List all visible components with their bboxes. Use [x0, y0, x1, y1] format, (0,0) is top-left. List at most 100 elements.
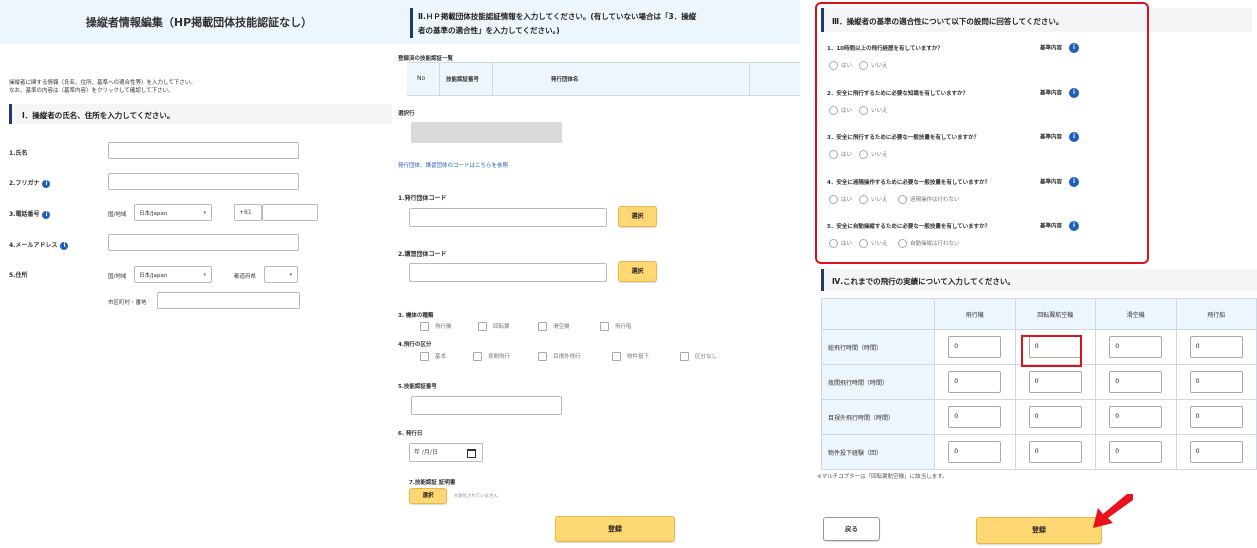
info-icon[interactable]: i — [42, 179, 51, 188]
issuer-code-input[interactable] — [409, 208, 607, 227]
hours-input[interactable]: 0 — [1189, 441, 1243, 463]
city-label: 市区町村・番地 — [108, 300, 147, 306]
panel-operator-basic: 操縦者情報編集（HP掲載団体技能認証なし） 操縦者に関する情報（氏名、住所、基準… — [0, 0, 398, 548]
hours-input[interactable]: 0 — [948, 441, 1002, 463]
flight-class-label: 4.飛行の区分 — [398, 342, 432, 348]
phone-country-select[interactable]: 日本/Japan ▾ — [134, 204, 212, 221]
calendar-icon[interactable] — [467, 449, 476, 458]
table-row: 目視外飛行時間（時間） 0 0 0 0 — [821, 399, 1257, 435]
hours-input[interactable]: 0 — [1109, 371, 1163, 393]
option-label: 滑空機 — [553, 324, 570, 330]
col-header: 飛行船 — [1175, 298, 1257, 330]
aircraft-type-label: 3. 機体の種類 — [398, 313, 434, 319]
addr-country-label: 国/地域 — [108, 274, 127, 280]
city-input[interactable] — [157, 292, 300, 309]
email-label: 4.メールアドレス i — [9, 240, 69, 250]
course-select-button[interactable]: 選択 — [618, 261, 657, 282]
row-label: 総飛行時間（時間） — [821, 329, 935, 365]
checkbox[interactable] — [538, 352, 547, 361]
section4-header: Ⅳ.これまでの飛行の実績について入力してください。 — [821, 269, 1257, 291]
course-code-input[interactable] — [409, 263, 607, 282]
registered-list-title: 登録済の技能認証一覧 — [398, 56, 454, 62]
issuer-select-button[interactable]: 選択 — [618, 206, 657, 227]
checkbox[interactable] — [600, 322, 609, 331]
hours-input[interactable]: 0 — [1189, 371, 1243, 393]
info-icon[interactable]: i — [60, 241, 69, 250]
col-header: 滑空機 — [1095, 298, 1177, 330]
page-title: 操縦者情報編集（HP掲載団体技能認証なし） — [85, 16, 313, 29]
name-input[interactable] — [108, 142, 299, 159]
row-label: 夜間飛行時間（時間） — [821, 364, 935, 400]
addr-country-value: 日本/Japan — [139, 272, 168, 279]
option-label: 回転翼 — [493, 324, 510, 330]
hours-input[interactable]: 0 — [948, 406, 1002, 428]
option-label: 基本 — [435, 354, 447, 360]
phone-code-field: +81 — [234, 204, 262, 221]
pref-select[interactable]: ▾ — [264, 266, 298, 283]
table-cell: 0 — [1175, 399, 1257, 435]
org-code-link[interactable]: 発行団体、講習団体のコードはこちらを参照 — [398, 161, 508, 169]
selected-row-box — [411, 122, 562, 143]
hours-input[interactable]: 0 — [1109, 441, 1163, 463]
back-button-label: 戻る — [845, 525, 858, 533]
checkbox[interactable] — [420, 352, 429, 361]
info-icon[interactable]: i — [42, 210, 51, 219]
checkbox[interactable] — [538, 322, 547, 331]
phone-label: 3.電話番号 i — [9, 209, 51, 219]
checkbox[interactable] — [420, 322, 429, 331]
checkbox[interactable] — [478, 322, 487, 331]
flight-class-option[interactable]: 夜間飛行 — [473, 352, 510, 361]
furigana-input[interactable] — [108, 173, 299, 190]
aircraft-type-option[interactable]: 飛行船 — [600, 322, 632, 331]
issue-date-input[interactable]: 年 /月/日 — [409, 443, 483, 462]
certificate-label: 7.技能認証 証明書 — [409, 480, 456, 486]
issuer-code-label: 1.発行団体コード — [398, 195, 447, 202]
flight-class-option[interactable]: 目視外飛行 — [538, 352, 581, 361]
hours-input[interactable]: 0 — [948, 371, 1002, 393]
highlight-box-cell — [1021, 335, 1082, 367]
register-button[interactable]: 登録 — [555, 516, 675, 542]
hours-input[interactable]: 0 — [1028, 371, 1082, 393]
hours-input[interactable]: 0 — [1109, 336, 1163, 358]
hours-input[interactable]: 0 — [948, 336, 1002, 358]
table-cell: 0 — [934, 329, 1016, 365]
checkbox[interactable] — [612, 352, 621, 361]
furigana-label-text: 2.フリガナ — [9, 180, 40, 187]
furigana-label: 2.フリガナ i — [9, 178, 51, 188]
table-cell: 0 — [1014, 364, 1096, 400]
hours-input[interactable]: 0 — [1109, 406, 1163, 428]
flight-class-option[interactable]: 区分なし — [680, 352, 717, 361]
table-cell: 0 — [1175, 329, 1257, 365]
cert-number-input[interactable] — [411, 396, 562, 415]
back-button[interactable]: 戻る — [823, 517, 880, 541]
email-input[interactable] — [108, 234, 299, 251]
hours-input[interactable]: 0 — [1189, 406, 1243, 428]
pref-label: 都道府県 — [234, 274, 257, 280]
hours-input[interactable]: 0 — [1028, 441, 1082, 463]
aircraft-type-option[interactable]: 回転翼 — [478, 322, 510, 331]
hours-input[interactable]: 0 — [1028, 406, 1082, 428]
highlight-box-criteria — [815, 2, 1149, 264]
section2-title-bar — [410, 8, 413, 38]
aircraft-type-option[interactable]: 滑空機 — [538, 322, 570, 331]
phone-country-label: 国/地域 — [108, 212, 127, 218]
table-cell: 0 — [1095, 434, 1177, 470]
table-cell: 0 — [1095, 399, 1177, 435]
course-code-label: 2.講習団体コード — [398, 251, 447, 258]
hours-input[interactable]: 0 — [1189, 336, 1243, 358]
checkbox[interactable] — [680, 352, 689, 361]
panel-group-certification: Ⅱ.ＨＰ掲載団体技能認証情報を入力してください。(有していない場合は「3．操縦 … — [398, 0, 800, 548]
addr-country-select[interactable]: 日本/Japan ▾ — [134, 266, 212, 283]
phone-number-input[interactable] — [262, 204, 318, 221]
aircraft-type-option[interactable]: 飛行機 — [420, 322, 452, 331]
col-divider — [749, 63, 750, 95]
col-cert: 技能認証番号 — [446, 77, 480, 83]
checkbox[interactable] — [473, 352, 482, 361]
section1-title: Ⅰ．操縦者の氏名、住所を入力してください。 — [22, 111, 175, 120]
flight-class-option[interactable]: 物件投下 — [612, 352, 649, 361]
flight-class-option[interactable]: 基本 — [420, 352, 446, 361]
option-label: 飛行船 — [615, 324, 632, 330]
register-button[interactable]: 登録 — [976, 517, 1102, 544]
certificate-select-button[interactable]: 選択 — [409, 488, 447, 504]
table-cell: 0 — [1095, 329, 1177, 365]
